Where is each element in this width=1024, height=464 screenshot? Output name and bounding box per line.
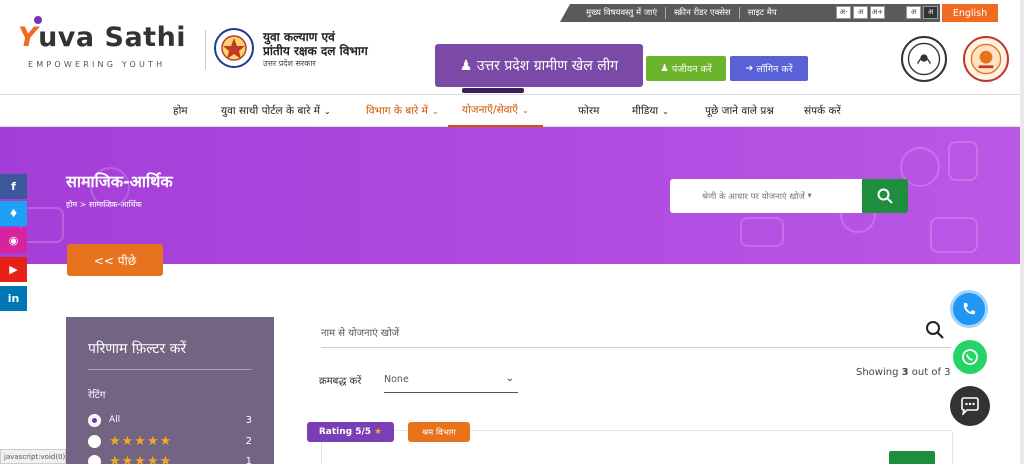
chevron-down-icon: ⌄	[431, 106, 439, 116]
phone-call-button[interactable]	[950, 290, 988, 328]
banner-decoration	[740, 217, 784, 247]
back-button[interactable]: << पीछे	[67, 244, 163, 276]
radio-unselected[interactable]	[88, 454, 101, 464]
font-increase-button[interactable]: अ+	[870, 6, 885, 19]
search-icon	[877, 188, 893, 204]
logo-tagline: EMPOWERING YOUTH	[28, 60, 166, 69]
banner-decoration	[930, 217, 978, 253]
page: मुख्य विषयवस्तु में जाएं स्क्रीन रीडर एक…	[0, 0, 1024, 464]
rating-badge: Rating 5/5 ★	[307, 422, 394, 442]
sort-select[interactable]: None ⌄	[384, 367, 518, 393]
banner-decoration	[948, 141, 978, 181]
facebook-icon[interactable]: f	[0, 174, 27, 199]
star-rating-icon: ★★★★★	[109, 433, 173, 449]
chat-button[interactable]	[950, 386, 990, 426]
filter-divider	[88, 369, 252, 370]
screen-reader-link[interactable]: स्क्रीन रीडर एक्सेस	[666, 7, 740, 19]
youtube-icon[interactable]: ▶	[0, 257, 27, 282]
sitemap-link[interactable]: साइट मैप	[740, 7, 785, 19]
twitter-icon[interactable]: ♦	[0, 201, 27, 226]
instagram-icon[interactable]: ◉	[0, 228, 27, 253]
register-button[interactable]: ♟ पंजीयन करें	[646, 56, 726, 81]
light-contrast-button[interactable]: अ	[906, 6, 921, 19]
rating-option-5[interactable]: ★★★★★ 2	[88, 433, 252, 449]
breadcrumb: होम > सामाजिक-आर्थिक	[66, 200, 142, 209]
utility-links: मुख्य विषयवस्तु में जाएं स्क्रीन रीडर एक…	[578, 4, 785, 22]
linkedin-icon[interactable]: in	[0, 286, 27, 311]
department-subtitle: उत्तर प्रदेश सरकार	[263, 59, 316, 68]
nav-home[interactable]: होम	[173, 95, 188, 127]
scrollbar[interactable]	[1020, 0, 1024, 464]
sign-in-icon: ➜	[745, 63, 754, 74]
chevron-down-icon: ⌄	[521, 105, 529, 115]
skip-to-content-link[interactable]: मुख्य विषयवस्तु में जाएं	[578, 7, 667, 19]
nav-media[interactable]: मीडिया ⌄	[632, 95, 669, 127]
sort-label: क्रमबद्ध करें	[319, 376, 362, 387]
chevron-down-icon: ⌄	[324, 106, 331, 116]
youth-welfare-seal-icon	[963, 36, 1009, 82]
login-button[interactable]: ➜ लॉगिन करें	[730, 56, 808, 81]
star-icon: ★	[374, 427, 383, 437]
chevron-down-icon: ⌄	[662, 106, 669, 116]
logo-wordmark: Yuva Sathi	[18, 22, 187, 53]
prd-emblem-icon	[214, 28, 254, 68]
page-title: सामाजिक-आर्थिक	[66, 172, 173, 191]
league-underline	[462, 88, 524, 93]
category-search-select[interactable]: श्रेणी के आधार पर योजनाएं खोजें ▾	[670, 179, 863, 213]
search-icon[interactable]	[925, 320, 945, 340]
breadcrumb-current: सामाजिक-आर्थिक	[88, 200, 142, 209]
category-search-button[interactable]	[862, 179, 908, 213]
up-government-seal-icon	[901, 36, 947, 82]
rural-sports-league-button[interactable]: ♟ उत्तर प्रदेश ग्रामीण खेल लीग	[435, 44, 643, 87]
star-rating-icon: ★★★★★	[109, 453, 173, 464]
whatsapp-icon	[962, 349, 978, 365]
nav-schemes-services[interactable]: योजनाएँ/सेवाएँ ⌄	[448, 95, 543, 127]
rating-option-4[interactable]: ★★★★★ 1	[88, 453, 252, 464]
phone-icon	[963, 303, 975, 315]
nav-about-department[interactable]: विभाग के बारे में ⌄	[366, 95, 439, 127]
main-nav: होम युवा साथी पोर्टल के बारे में ⌄ विभाग …	[0, 94, 1024, 127]
card-action-button[interactable]	[889, 451, 935, 464]
user-icon: ♟	[660, 63, 669, 74]
english-language-button[interactable]: English	[942, 4, 998, 22]
font-normal-button[interactable]: अ	[853, 6, 868, 19]
whatsapp-button[interactable]	[953, 340, 987, 374]
filter-title: परिणाम फ़िल्टर करें	[88, 341, 187, 357]
chat-icon	[961, 397, 979, 415]
dark-contrast-button[interactable]: अ	[923, 6, 938, 19]
radio-selected[interactable]	[88, 413, 101, 427]
contrast-controls: अ अ	[906, 6, 938, 19]
name-search-input[interactable]: नाम से योजनाएं खोजें	[321, 316, 951, 348]
results-count: Showing 3 out of 3	[856, 367, 951, 378]
yuva-sathi-logo[interactable]: Yuva Sathi EMPOWERING YOUTH	[18, 16, 194, 72]
department-badge: श्रम विभाग	[408, 422, 470, 442]
font-size-controls: अ- अ अ+	[836, 6, 885, 19]
rating-option-all[interactable]: All 3	[88, 412, 252, 428]
department-title: युवा कल्याण एवं प्रांतीय रक्षक दल विभाग	[263, 30, 368, 58]
radio-unselected[interactable]	[88, 434, 101, 448]
user-icon: ♟	[459, 57, 473, 74]
caret-down-icon: ▾	[807, 191, 812, 201]
nav-about-portal[interactable]: युवा साथी पोर्टल के बारे में ⌄	[221, 95, 331, 127]
nav-forum[interactable]: फोरम	[578, 95, 599, 127]
chevron-down-icon: ⌄	[505, 373, 514, 384]
header-divider	[205, 30, 206, 70]
nav-contact[interactable]: संपर्क करें	[804, 95, 841, 127]
rating-label: रेटिंग	[88, 390, 106, 401]
font-decrease-button[interactable]: अ-	[836, 6, 851, 19]
breadcrumb-home[interactable]: होम	[66, 200, 77, 209]
results-filter-panel: परिणाम फ़िल्टर करें रेटिंग All 3 ★★★★★ 2…	[66, 317, 274, 464]
nav-faq[interactable]: पूछे जाने वाले प्रश्न	[705, 95, 774, 127]
browser-status-bar: javascript:void(0)	[0, 449, 66, 464]
